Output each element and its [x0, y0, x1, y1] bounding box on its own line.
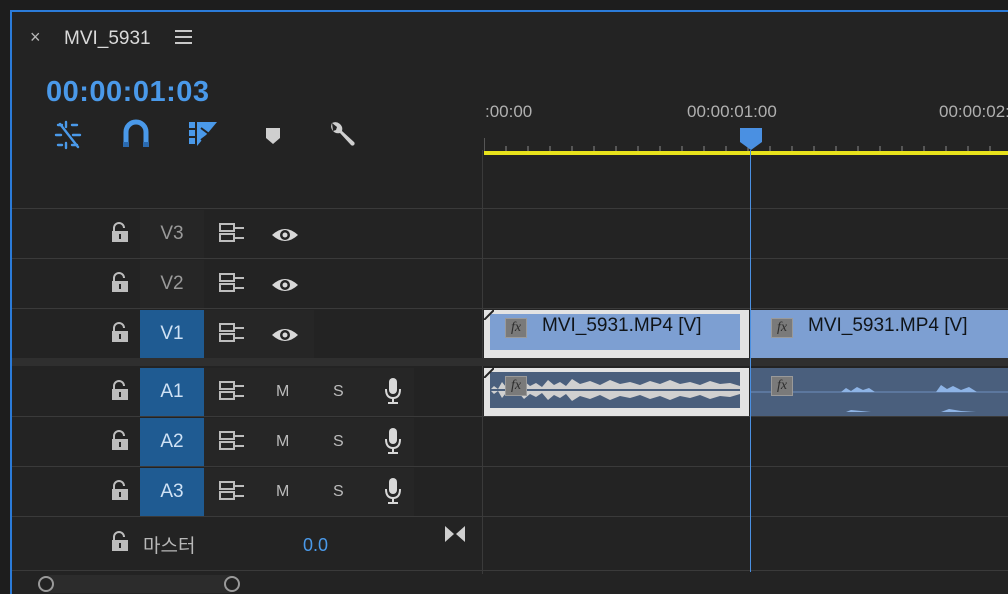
- row-divider: [12, 516, 1008, 517]
- ruler-label-2: 00:00:02:00: [939, 102, 1008, 121]
- lock-icon[interactable]: [110, 272, 130, 294]
- lock-icon[interactable]: [110, 480, 130, 502]
- clip-name-v1-b: MVI_5931.MP4 [V]: [808, 315, 968, 336]
- clip-corner-marker: [484, 368, 494, 378]
- fx-badge[interactable]: fx: [505, 318, 527, 338]
- microphone-icon[interactable]: [383, 427, 403, 455]
- master-volume-value[interactable]: 0.0: [303, 535, 328, 556]
- video-audio-divider[interactable]: [12, 358, 1008, 366]
- track-target-v2[interactable]: V2: [140, 260, 204, 308]
- lock-icon[interactable]: [110, 531, 130, 553]
- hamburger-menu-icon[interactable]: [175, 30, 192, 48]
- scrollbar-handle-left[interactable]: [38, 576, 54, 592]
- track-target-a3[interactable]: A3: [140, 468, 204, 516]
- settings-wrench-icon[interactable]: [324, 118, 358, 152]
- fx-badge[interactable]: fx: [771, 318, 793, 338]
- lock-icon[interactable]: [110, 322, 130, 344]
- track-target-v3[interactable]: V3: [140, 210, 204, 258]
- microphone-icon[interactable]: [383, 377, 403, 405]
- scrollbar-handle-right[interactable]: [224, 576, 240, 592]
- master-track-label: 마스터: [143, 535, 196, 557]
- row-divider: [12, 258, 1008, 259]
- track-target-v1[interactable]: V1: [140, 310, 204, 358]
- sync-lock-icon[interactable]: [219, 322, 245, 344]
- eye-icon[interactable]: [270, 325, 300, 345]
- clip-name-v1-a: MVI_5931.MP4 [V]: [542, 315, 702, 336]
- mute-button-a2[interactable]: M: [276, 433, 289, 451]
- lock-icon[interactable]: [110, 380, 130, 402]
- collapse-audio-icon[interactable]: [443, 524, 467, 544]
- row-divider: [12, 208, 1008, 209]
- solo-button-a2[interactable]: S: [333, 433, 344, 451]
- microphone-icon[interactable]: [383, 477, 403, 505]
- playhead-timecode[interactable]: 00:00:01:03: [46, 76, 210, 109]
- track-target-a1[interactable]: A1: [140, 368, 204, 416]
- lock-icon[interactable]: [110, 222, 130, 244]
- snap-sequence-icon[interactable]: [52, 118, 86, 152]
- ruler-label-0: :00:00: [485, 102, 533, 121]
- sync-lock-icon[interactable]: [219, 430, 245, 452]
- close-tab-button[interactable]: ×: [30, 27, 41, 48]
- solo-button-a1[interactable]: S: [333, 383, 344, 401]
- ruler-label-1: 00:00:01:00: [687, 102, 777, 121]
- audio-waveform: [490, 379, 740, 401]
- eye-icon[interactable]: [270, 225, 300, 245]
- row-divider: [12, 466, 1008, 467]
- eye-icon[interactable]: [270, 275, 300, 295]
- sync-lock-icon[interactable]: [219, 480, 245, 502]
- insert-overwrite-icon[interactable]: [187, 118, 221, 152]
- sync-lock-icon[interactable]: [219, 380, 245, 402]
- work-area-bar[interactable]: [484, 151, 1008, 155]
- zoom-scrollbar[interactable]: [42, 575, 238, 593]
- fx-badge[interactable]: fx: [771, 376, 793, 396]
- playhead-handle[interactable]: [739, 127, 763, 151]
- track-target-a2[interactable]: A2: [140, 418, 204, 466]
- row-divider: [12, 570, 1008, 571]
- mute-button-a1[interactable]: M: [276, 383, 289, 401]
- linked-selection-icon[interactable]: [119, 118, 153, 152]
- row-divider: [12, 308, 1008, 309]
- add-marker-icon[interactable]: [256, 118, 290, 152]
- solo-button-a3[interactable]: S: [333, 483, 344, 501]
- sync-lock-icon[interactable]: [219, 222, 245, 244]
- playhead-line[interactable]: [750, 150, 751, 572]
- fx-badge[interactable]: fx: [505, 376, 527, 396]
- lock-icon[interactable]: [110, 430, 130, 452]
- mute-button-a3[interactable]: M: [276, 483, 289, 501]
- sequence-tab-title[interactable]: MVI_5931: [64, 28, 151, 50]
- clip-corner-marker: [484, 310, 494, 320]
- sync-lock-icon[interactable]: [219, 272, 245, 294]
- row-divider: [12, 416, 1008, 417]
